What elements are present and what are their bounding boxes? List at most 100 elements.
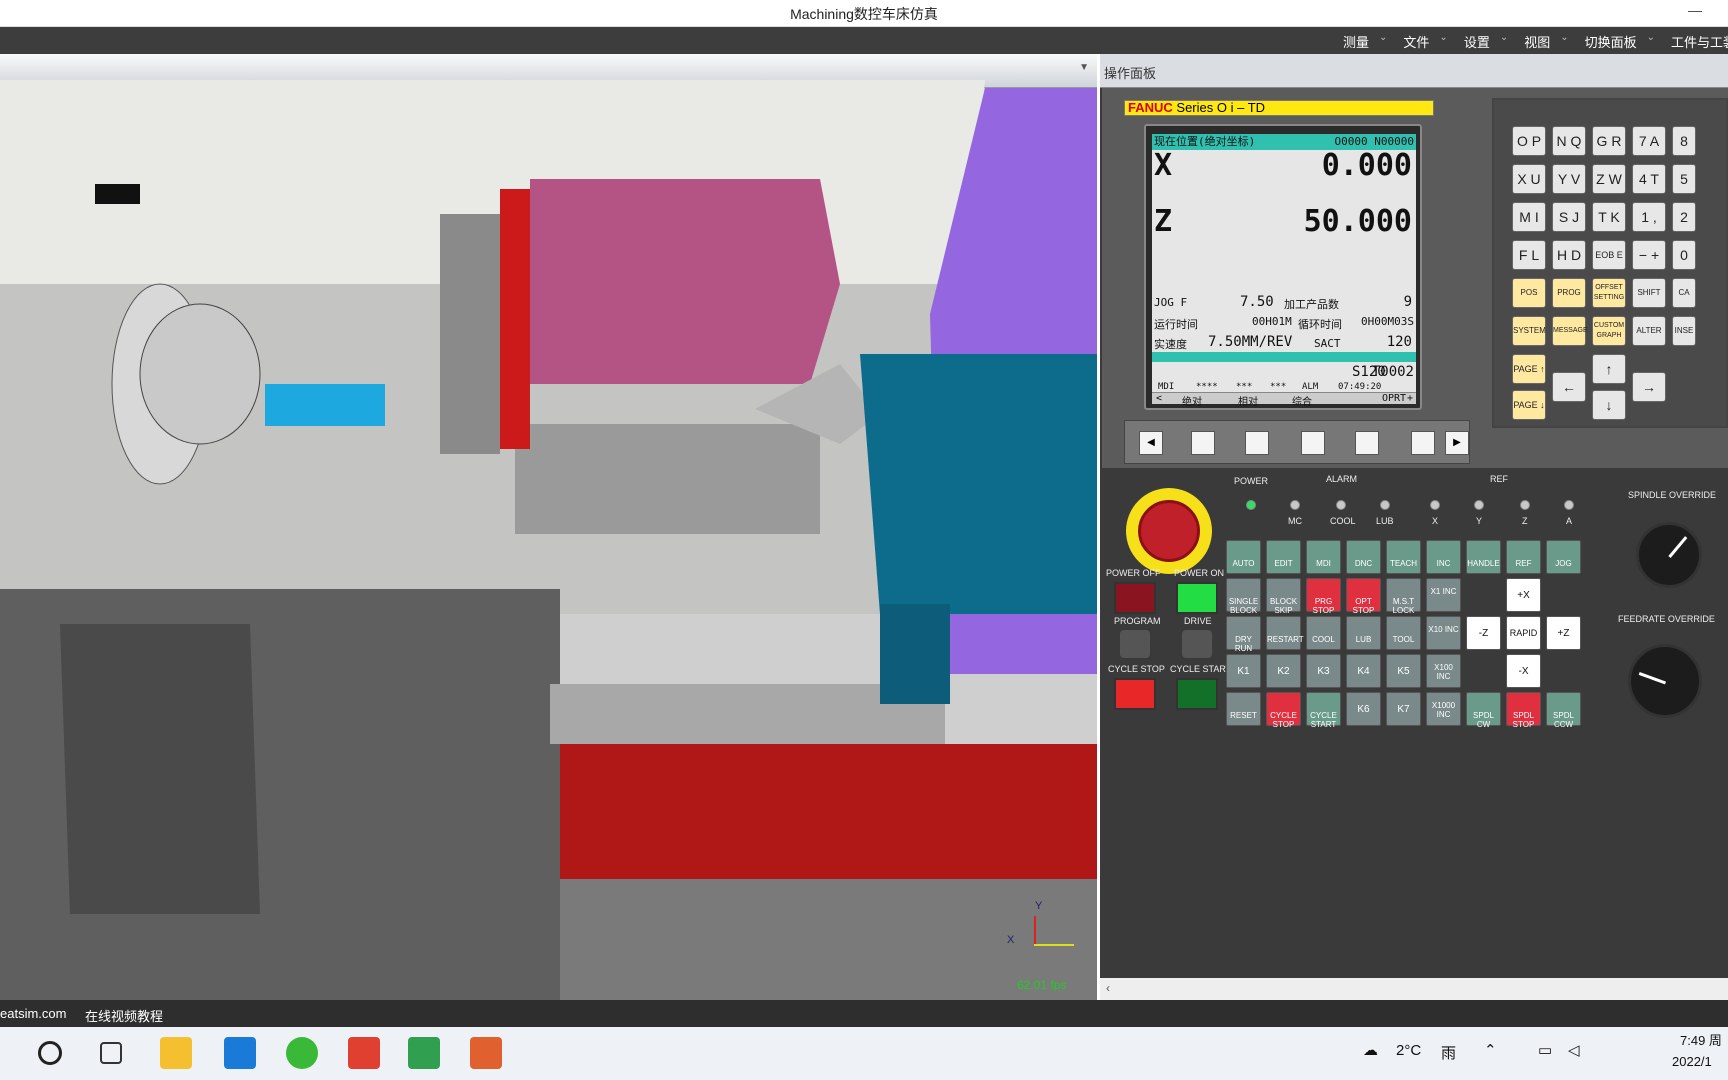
softkey-2[interactable]: [1245, 431, 1269, 455]
k6-button[interactable]: K6: [1346, 692, 1381, 726]
clock-date[interactable]: 2022/1: [1672, 1054, 1712, 1069]
machining-sim-icon[interactable]: [470, 1037, 502, 1069]
key-op[interactable]: O P: [1512, 126, 1546, 156]
sogou-input-icon[interactable]: [224, 1037, 256, 1069]
key-2[interactable]: 2: [1672, 202, 1696, 232]
x100-inc-button[interactable]: X100 INC: [1426, 654, 1461, 688]
key-up-arrow-icon[interactable]: ↑: [1592, 354, 1626, 384]
emergency-stop-button[interactable]: [1126, 488, 1212, 574]
key-zw[interactable]: Z W: [1592, 164, 1626, 194]
key-down-arrow-icon[interactable]: ↓: [1592, 390, 1626, 420]
cycle-stop-button[interactable]: [1114, 678, 1156, 710]
mst-lock-button[interactable]: M.S.T LOCK: [1386, 578, 1421, 615]
cycle-start-button[interactable]: [1176, 678, 1218, 710]
video-tutorial-link[interactable]: 在线视频教程: [85, 1006, 163, 1025]
key-5[interactable]: 5: [1672, 164, 1696, 194]
edit-mode-button[interactable]: EDIT: [1266, 540, 1301, 574]
power-on-button[interactable]: [1176, 582, 1218, 614]
menu-settings[interactable]: 设置: [1460, 32, 1494, 51]
cortana-search-icon[interactable]: [38, 1041, 62, 1065]
spindle-stop-button[interactable]: SPDL STOP: [1506, 692, 1541, 729]
tab-relative[interactable]: 相对: [1238, 393, 1258, 408]
cool-button[interactable]: COOL: [1306, 616, 1341, 650]
spindle-cw-button[interactable]: SPDL CW: [1466, 692, 1501, 729]
softkey-next[interactable]: +: [1407, 393, 1413, 404]
panel-horizontal-scrollbar[interactable]: ‹: [1100, 978, 1728, 1000]
jog-mode-button[interactable]: JOG: [1546, 540, 1581, 574]
key-page-down[interactable]: PAGE ↓: [1512, 390, 1546, 420]
browser-icon[interactable]: [286, 1037, 318, 1069]
auto-mode-button[interactable]: AUTO: [1226, 540, 1261, 574]
key-alter[interactable]: ALTER: [1632, 316, 1666, 346]
rapid-button[interactable]: RAPID: [1506, 616, 1541, 650]
key-system[interactable]: SYSTEM: [1512, 316, 1546, 346]
key-xu[interactable]: X U: [1512, 164, 1546, 194]
key-tk[interactable]: T K: [1592, 202, 1626, 232]
drive-key-switch[interactable]: [1182, 630, 1212, 658]
tray-chevron-up-icon[interactable]: ⌃: [1484, 1041, 1497, 1059]
menu-measure[interactable]: 测量: [1339, 32, 1373, 51]
teach-mode-button[interactable]: TEACH: [1386, 540, 1421, 574]
k7-button[interactable]: K7: [1386, 692, 1421, 726]
menu-switch-panel[interactable]: 切换面板: [1581, 32, 1641, 51]
cycle-stop-key[interactable]: CYCLE STOP: [1266, 692, 1301, 729]
key-nq[interactable]: N Q: [1552, 126, 1586, 156]
softkey-1[interactable]: [1191, 431, 1215, 455]
key-fl[interactable]: F L: [1512, 240, 1546, 270]
key-hd[interactable]: H D: [1552, 240, 1586, 270]
key-minus[interactable]: − +: [1632, 240, 1666, 270]
clock-time[interactable]: 7:49 周: [1680, 1030, 1722, 1049]
cycle-start-key[interactable]: CYCLE START: [1306, 692, 1341, 729]
menu-file[interactable]: 文件: [1399, 32, 1433, 51]
tab-overall[interactable]: 综合: [1292, 393, 1312, 408]
key-left-arrow-icon[interactable]: ←: [1552, 372, 1586, 402]
handle-mode-button[interactable]: HANDLE: [1466, 540, 1501, 574]
key-sj[interactable]: S J: [1552, 202, 1586, 232]
menu-workpiece[interactable]: 工件与工装: [1667, 32, 1728, 51]
tab-oprt[interactable]: OPRT: [1382, 393, 1406, 404]
key-7a[interactable]: 7 A: [1632, 126, 1666, 156]
k5-button[interactable]: K5: [1386, 654, 1421, 688]
program-key-switch[interactable]: [1120, 630, 1150, 658]
key-eob[interactable]: EOB E: [1592, 240, 1626, 270]
file-explorer-icon[interactable]: [160, 1037, 192, 1069]
softkey-3[interactable]: [1301, 431, 1325, 455]
key-yv[interactable]: Y V: [1552, 164, 1586, 194]
key-right-arrow-icon[interactable]: →: [1632, 372, 1666, 402]
volume-icon[interactable]: ◁: [1568, 1041, 1580, 1059]
spindle-ccw-button[interactable]: SPDL CCW: [1546, 692, 1581, 729]
opt-stop-button[interactable]: OPT STOP: [1346, 578, 1381, 615]
key-mi[interactable]: M I: [1512, 202, 1546, 232]
ref-mode-button[interactable]: REF: [1506, 540, 1541, 574]
key-prog[interactable]: PROG: [1552, 278, 1586, 308]
mdi-mode-button[interactable]: MDI: [1306, 540, 1341, 574]
key-pos[interactable]: POS: [1512, 278, 1546, 308]
network-icon[interactable]: ▭: [1538, 1041, 1552, 1059]
key-message[interactable]: MESSAGE: [1552, 316, 1588, 346]
jog-plus-x-button[interactable]: +X: [1506, 578, 1541, 612]
3d-viewport[interactable]: ▼ Y X: [0, 54, 1097, 1000]
key-4t[interactable]: 4 T: [1632, 164, 1666, 194]
task-view-icon[interactable]: [100, 1042, 122, 1064]
minimize-button[interactable]: —: [1682, 2, 1708, 22]
app-triangle-icon[interactable]: [408, 1037, 440, 1069]
key-1[interactable]: 1 ,: [1632, 202, 1666, 232]
jog-minus-z-button[interactable]: -Z: [1466, 616, 1501, 650]
k4-button[interactable]: K4: [1346, 654, 1381, 688]
single-block-button[interactable]: SINGLE BLOCK: [1226, 578, 1261, 615]
feedrate-override-knob[interactable]: [1628, 644, 1702, 718]
key-custom-graph[interactable]: CUSTOM GRAPH: [1592, 316, 1626, 346]
menu-view[interactable]: 视图: [1520, 32, 1554, 51]
restart-button[interactable]: RESTART: [1266, 616, 1304, 650]
scroll-left-icon[interactable]: ‹: [1106, 981, 1110, 995]
website-link[interactable]: eatsim.com: [0, 1006, 66, 1021]
tab-absolute[interactable]: 绝对: [1182, 393, 1202, 408]
x1-inc-button[interactable]: X1 INC: [1426, 578, 1461, 612]
dry-run-button[interactable]: DRY RUN: [1226, 616, 1261, 653]
jog-minus-x-button[interactable]: -X: [1506, 654, 1541, 688]
sogou-app-icon[interactable]: [348, 1037, 380, 1069]
x10-inc-button[interactable]: X10 INC: [1426, 616, 1461, 650]
spindle-override-knob[interactable]: [1636, 522, 1702, 588]
dnc-mode-button[interactable]: DNC: [1346, 540, 1381, 574]
reset-button[interactable]: RESET: [1226, 692, 1261, 726]
